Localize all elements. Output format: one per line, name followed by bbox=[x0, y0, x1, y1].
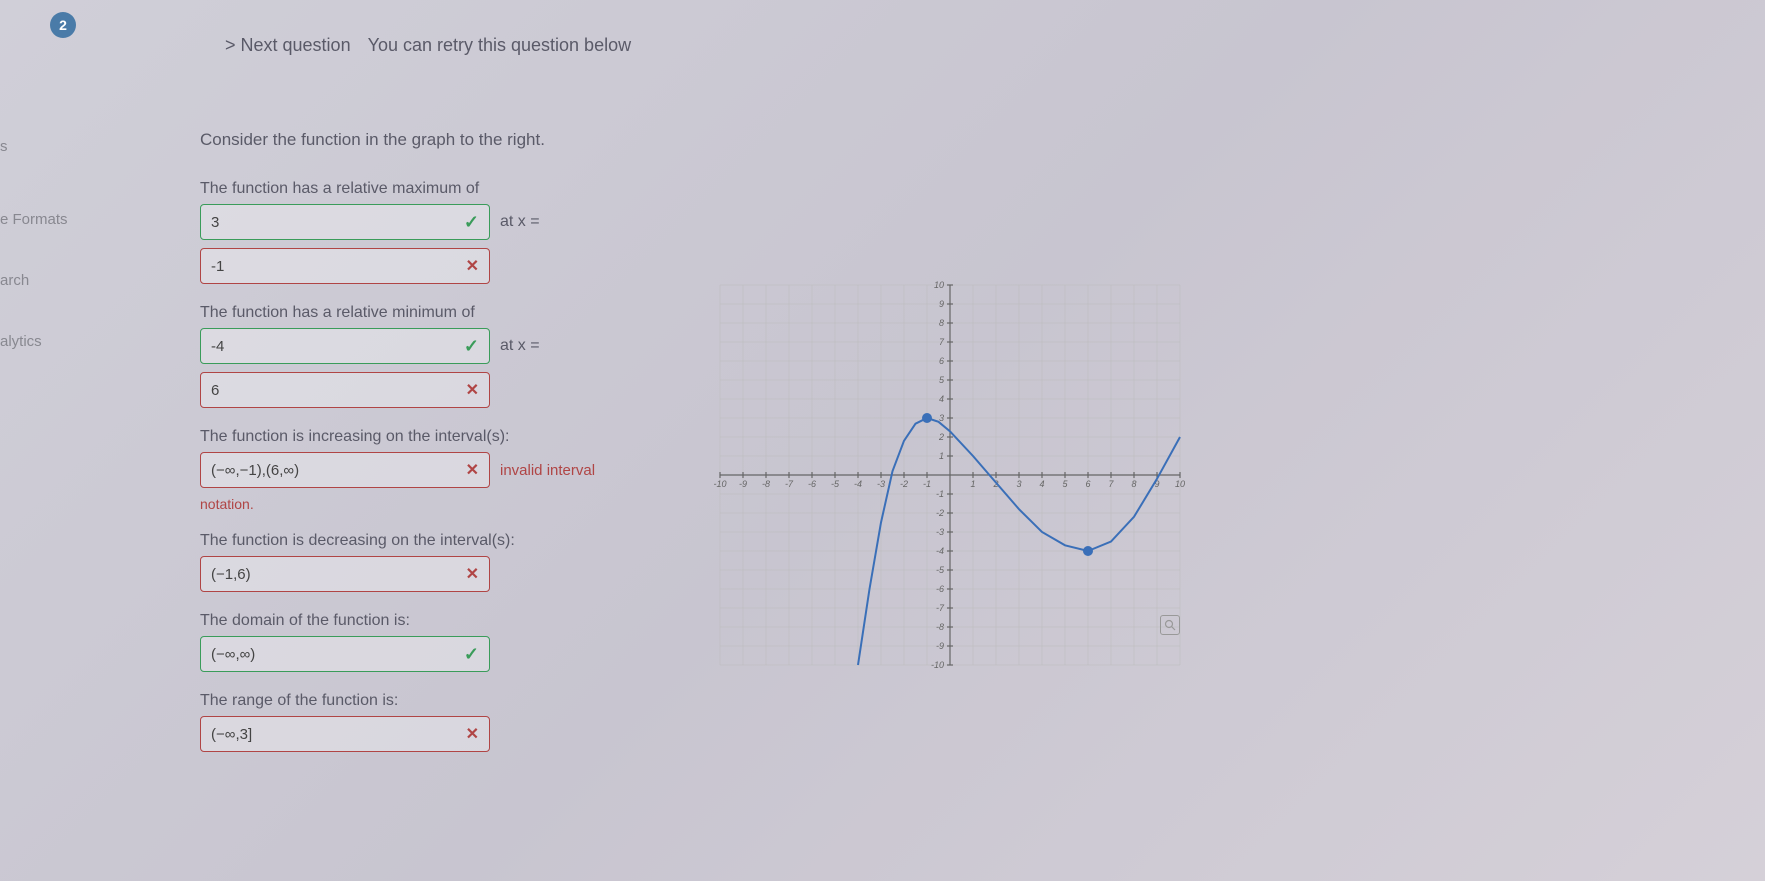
decreasing-label: The function is decreasing on the interv… bbox=[200, 532, 720, 550]
x-icon: ✕ bbox=[466, 564, 479, 584]
svg-text:-7: -7 bbox=[936, 603, 945, 613]
badge-text: 2 bbox=[59, 17, 67, 33]
sidebar-item[interactable]: e Formats bbox=[0, 203, 80, 236]
check-icon: ✓ bbox=[464, 336, 479, 357]
svg-text:8: 8 bbox=[1131, 479, 1136, 489]
rel-max-x-input[interactable]: -1 ✕ bbox=[200, 248, 490, 284]
svg-text:10: 10 bbox=[934, 280, 944, 290]
next-question-link[interactable]: > Next question bbox=[225, 35, 351, 55]
range-label: The range of the function is: bbox=[200, 692, 720, 710]
svg-text:10: 10 bbox=[1175, 479, 1185, 489]
svg-text:-6: -6 bbox=[808, 479, 816, 489]
svg-text:-4: -4 bbox=[936, 546, 944, 556]
svg-text:7: 7 bbox=[1108, 479, 1114, 489]
svg-text:3: 3 bbox=[939, 413, 944, 423]
svg-text:5: 5 bbox=[1062, 479, 1068, 489]
svg-text:-6: -6 bbox=[936, 584, 944, 594]
top-navigation: > Next question You can retry this quest… bbox=[225, 35, 631, 56]
input-value: (−∞,−1),(6,∞) bbox=[211, 462, 299, 479]
instruction-text: Consider the function in the graph to th… bbox=[200, 130, 720, 150]
svg-text:-1: -1 bbox=[923, 479, 931, 489]
rel-max-label: The function has a relative maximum of bbox=[200, 180, 720, 198]
svg-text:-8: -8 bbox=[762, 479, 770, 489]
rel-min-value-input[interactable]: -4 ✓ bbox=[200, 328, 490, 364]
svg-text:-3: -3 bbox=[877, 479, 885, 489]
svg-text:9: 9 bbox=[939, 299, 944, 309]
sidebar-item[interactable]: s bbox=[0, 130, 80, 163]
svg-text:2: 2 bbox=[938, 432, 944, 442]
svg-text:-7: -7 bbox=[785, 479, 794, 489]
svg-text:-2: -2 bbox=[936, 508, 944, 518]
sidebar: s e Formats arch alytics bbox=[0, 130, 80, 386]
input-value: (−∞,∞) bbox=[211, 646, 255, 663]
svg-text:-2: -2 bbox=[900, 479, 908, 489]
svg-text:-4: -4 bbox=[854, 479, 862, 489]
svg-text:4: 4 bbox=[939, 394, 944, 404]
increasing-block: The function is increasing on the interv… bbox=[200, 428, 720, 512]
rel-min-x-input[interactable]: 6 ✕ bbox=[200, 372, 490, 408]
x-icon: ✕ bbox=[466, 380, 479, 400]
domain-label: The domain of the function is: bbox=[200, 612, 720, 630]
relative-max-block: The function has a relative maximum of 3… bbox=[200, 180, 720, 284]
x-icon: ✕ bbox=[466, 460, 479, 480]
sidebar-item[interactable]: alytics bbox=[0, 325, 80, 358]
svg-text:1: 1 bbox=[970, 479, 975, 489]
input-value: 3 bbox=[211, 214, 219, 231]
svg-text:-5: -5 bbox=[831, 479, 840, 489]
input-value: -4 bbox=[211, 338, 224, 355]
input-value: 6 bbox=[211, 382, 219, 399]
range-block: The range of the function is: (−∞,3] ✕ bbox=[200, 692, 720, 752]
domain-input[interactable]: (−∞,∞) ✓ bbox=[200, 636, 490, 672]
svg-text:1: 1 bbox=[939, 451, 944, 461]
at-x-label: at x = bbox=[500, 337, 540, 355]
input-value: (−∞,3] bbox=[211, 726, 252, 743]
increasing-input[interactable]: (−∞,−1),(6,∞) ✕ bbox=[200, 452, 490, 488]
check-icon: ✓ bbox=[464, 644, 479, 665]
at-x-label: at x = bbox=[500, 213, 540, 231]
x-icon: ✕ bbox=[466, 256, 479, 276]
svg-text:-10: -10 bbox=[931, 660, 944, 670]
sidebar-item[interactable]: arch bbox=[0, 264, 80, 297]
svg-text:-8: -8 bbox=[936, 622, 944, 632]
graph-svg: -10 -9 -8 -7 -6 -5 -4 -3 -2 -1 1 2 3 4 5 6 7 8 9 10 -10 -9 -8 -… bbox=[700, 265, 1200, 685]
svg-text:-9: -9 bbox=[739, 479, 747, 489]
svg-text:-10: -10 bbox=[713, 479, 726, 489]
function-graph: -10 -9 -8 -7 -6 -5 -4 -3 -2 -1 1 2 3 4 5 6 7 8 9 10 -10 -9 -8 -… bbox=[700, 265, 1200, 685]
decreasing-block: The function is decreasing on the interv… bbox=[200, 532, 720, 592]
notation-text: notation. bbox=[200, 496, 720, 512]
svg-text:6: 6 bbox=[1085, 479, 1090, 489]
svg-text:4: 4 bbox=[1039, 479, 1044, 489]
range-input[interactable]: (−∞,3] ✕ bbox=[200, 716, 490, 752]
input-value: (−1,6) bbox=[211, 566, 251, 583]
rel-max-value-input[interactable]: 3 ✓ bbox=[200, 204, 490, 240]
svg-text:3: 3 bbox=[1016, 479, 1021, 489]
check-icon: ✓ bbox=[464, 212, 479, 233]
input-value: -1 bbox=[211, 258, 224, 275]
decreasing-input[interactable]: (−1,6) ✕ bbox=[200, 556, 490, 592]
increasing-label: The function is increasing on the interv… bbox=[200, 428, 720, 446]
rel-min-label: The function has a relative minimum of bbox=[200, 304, 720, 322]
svg-text:-9: -9 bbox=[936, 641, 944, 651]
magnify-icon[interactable] bbox=[1160, 615, 1180, 635]
question-content: Consider the function in the graph to th… bbox=[200, 130, 720, 772]
invalid-interval-msg: invalid interval bbox=[500, 462, 595, 479]
svg-text:-5: -5 bbox=[936, 565, 945, 575]
svg-text:-3: -3 bbox=[936, 527, 944, 537]
domain-block: The domain of the function is: (−∞,∞) ✓ bbox=[200, 612, 720, 672]
svg-text:-1: -1 bbox=[936, 489, 944, 499]
question-number-badge: 2 bbox=[50, 12, 76, 38]
x-icon: ✕ bbox=[466, 724, 479, 744]
retry-text: You can retry this question below bbox=[368, 35, 632, 55]
relative-min-block: The function has a relative minimum of -… bbox=[200, 304, 720, 408]
svg-text:6: 6 bbox=[939, 356, 944, 366]
svg-text:8: 8 bbox=[939, 318, 944, 328]
